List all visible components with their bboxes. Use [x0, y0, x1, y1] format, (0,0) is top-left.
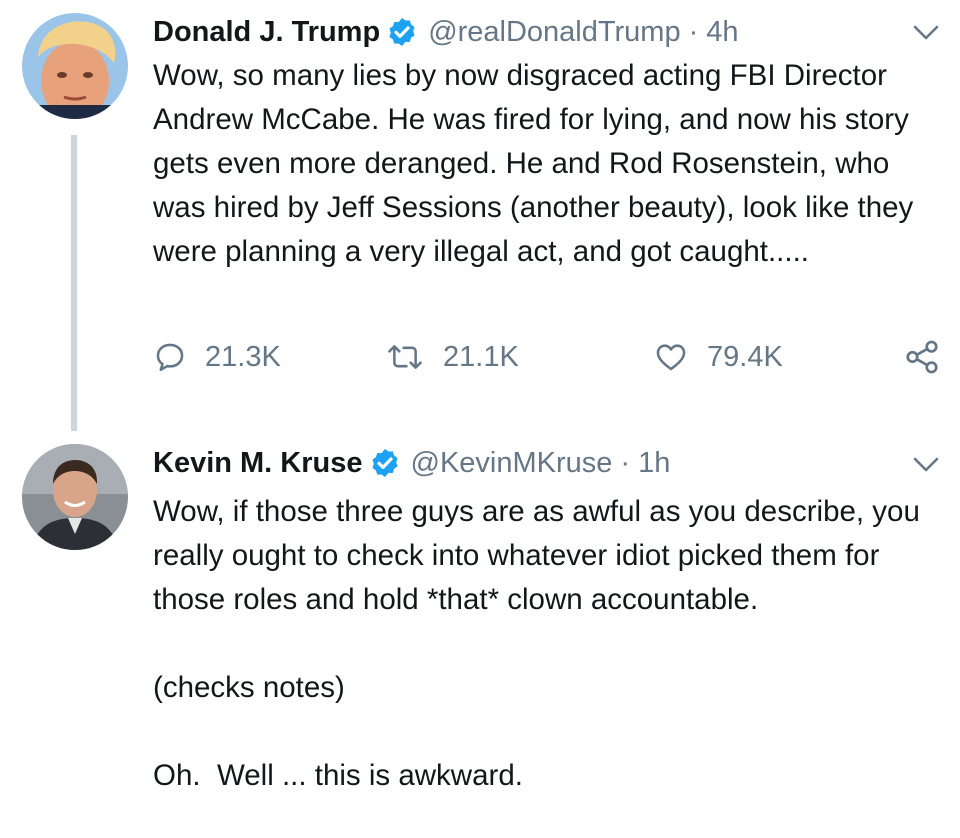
verified-badge-icon	[389, 18, 415, 46]
tweet-header: Donald J. Trump @realDonaldTrump · 4h	[153, 12, 739, 52]
tweet-header: Kevin M. Kruse @KevinMKruse · 1h	[153, 443, 670, 483]
profile-photo-icon	[22, 444, 128, 550]
tweet-trump[interactable]: Donald J. Trump @realDonaldTrump · 4h Wo…	[0, 0, 960, 440]
reply-icon	[156, 343, 184, 372]
avatar-kruse[interactable]	[22, 444, 128, 550]
thread-connector-line	[71, 135, 77, 431]
separator-dot: ·	[688, 15, 699, 48]
tweet-text: (checks notes)	[153, 671, 345, 704]
share-button[interactable]	[903, 335, 959, 379]
display-name[interactable]: Kevin M. Kruse	[153, 447, 363, 480]
like-button[interactable]: 79.4K	[653, 335, 783, 379]
chevron-down-icon[interactable]	[912, 24, 940, 42]
retweet-count: 21.1K	[443, 340, 519, 373]
chevron-down-icon[interactable]	[912, 456, 940, 474]
separator-dot: ·	[620, 446, 631, 479]
retweet-button[interactable]: 21.1K	[385, 335, 519, 379]
display-name[interactable]: Donald J. Trump	[153, 16, 380, 49]
heart-icon	[656, 344, 686, 371]
retweet-icon	[388, 345, 422, 369]
tweet-text: Wow, if those three guys are as awful as…	[153, 495, 920, 616]
tweet-text: Oh. Well ... this is awkward.	[153, 759, 523, 792]
reply-count: 21.3K	[205, 340, 281, 373]
reply-button[interactable]: 21.3K	[153, 335, 281, 379]
tweet-text: Wow, so many lies by now disgraced actin…	[153, 59, 914, 268]
timestamp[interactable]: 1h	[638, 447, 670, 480]
avatar-trump[interactable]	[22, 13, 128, 119]
timestamp[interactable]: 4h	[706, 16, 738, 49]
share-icon	[906, 340, 938, 374]
profile-photo-icon	[22, 13, 128, 119]
like-count: 79.4K	[707, 340, 783, 373]
user-handle[interactable]: @KevinMKruse	[411, 447, 613, 480]
tweet-kruse[interactable]: Kevin M. Kruse @KevinMKruse · 1h Wow, if…	[0, 440, 960, 838]
user-handle[interactable]: @realDonaldTrump	[428, 16, 680, 49]
tweet-actions: 21.3K 21.1K 79.4K	[153, 335, 953, 379]
tweet-body: Wow, if those three guys are as awful as…	[153, 490, 943, 798]
verified-badge-icon	[371, 449, 398, 477]
tweet-body: Wow, so many lies by now disgraced actin…	[153, 54, 943, 274]
